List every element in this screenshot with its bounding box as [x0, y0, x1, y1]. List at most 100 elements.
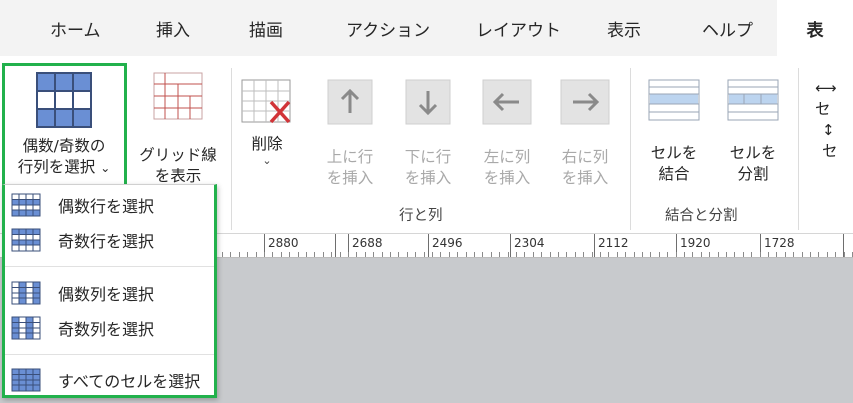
delete-button[interactable]: 削除 ⌄: [236, 78, 298, 167]
ruler-tick: [594, 234, 595, 257]
ruler-minor-tick: [466, 252, 467, 257]
ruler-minor-tick: [625, 252, 626, 257]
ruler-minor-tick: [802, 252, 803, 257]
ruler-minor-tick: [701, 252, 702, 257]
column-width-label: セ: [815, 100, 831, 118]
delete-label: 削除: [251, 135, 283, 153]
ruler-label: 2304: [514, 236, 545, 250]
insert-column-right-button[interactable]: 右に列 を挿入: [546, 78, 624, 189]
ruler-minor-tick: [608, 252, 609, 257]
insert-row-below-button[interactable]: 下に行 を挿入: [390, 78, 466, 189]
ruler-minor-tick: [844, 252, 845, 257]
merge-cells-button[interactable]: セルを 結合: [638, 78, 710, 185]
ruler-minor-tick: [457, 252, 458, 257]
split-cells-button[interactable]: セルを 分割: [716, 78, 790, 185]
ruler-minor-tick: [398, 252, 399, 257]
ribbon-separator: [630, 68, 631, 230]
insert-right-label-1: 右に列: [561, 148, 609, 166]
ruler-minor-tick: [692, 252, 693, 257]
ruler-minor-tick: [650, 252, 651, 257]
chevron-down-icon: ⌄: [262, 154, 272, 167]
ruler-minor-tick: [776, 252, 777, 257]
horizontal-resize-icon: ⟷: [815, 79, 837, 97]
ruler-label: 2688: [352, 236, 383, 250]
ruler-minor-tick: [281, 252, 282, 257]
tab-home[interactable]: ホーム: [50, 0, 101, 56]
group-label-merge-split: 結合と分割: [665, 208, 738, 224]
menu-item-select-all-cells[interactable]: すべてのセルを選択: [5, 363, 214, 397]
ruler-minor-tick: [642, 252, 643, 257]
tab-view[interactable]: 表示: [607, 0, 641, 56]
insert-left-label-2: を挿入: [483, 169, 531, 187]
tab-insert[interactable]: 挿入: [156, 0, 190, 56]
menu-item-label: すべてのセルを選択: [58, 372, 201, 391]
ruler-minor-tick: [583, 252, 584, 257]
ruler-minor-tick: [785, 252, 786, 257]
ruler-minor-tick: [709, 252, 710, 257]
ruler-minor-tick: [634, 252, 635, 257]
tab-layout[interactable]: レイアウト: [476, 0, 561, 56]
arrow-right-icon: [560, 79, 610, 125]
ruler-minor-tick: [818, 252, 819, 257]
ruler-minor-tick: [835, 252, 836, 257]
merge-label-2: 結合: [658, 165, 690, 183]
ruler-minor-tick: [323, 252, 324, 257]
ruler-minor-tick: [558, 252, 559, 257]
ribbon-tab-bar: ホーム 挿入 描画 アクション レイアウト 表示 ヘルプ 表: [0, 0, 853, 56]
ruler-minor-tick: [516, 252, 517, 257]
menu-item-select-odd-rows[interactable]: 奇数行を選択: [5, 223, 214, 257]
gridlines-icon: [153, 72, 203, 120]
ruler-minor-tick: [407, 252, 408, 257]
ruler-label: 1920: [680, 236, 711, 250]
insert-below-label-1: 下に行: [404, 148, 452, 166]
insert-column-left-button[interactable]: 左に列 を挿入: [468, 78, 546, 189]
ruler-minor-tick: [684, 252, 685, 257]
select-rows-columns-dropdown: 偶数行を選択 奇数行を選択 偶数列を選択 奇数列を選択 すべてのセルを選択: [2, 184, 217, 398]
split-label-2: 分割: [737, 165, 769, 183]
tab-draw[interactable]: 描画: [249, 0, 283, 56]
tab-help[interactable]: ヘルプ: [702, 0, 753, 56]
all-cells-icon: [11, 368, 41, 392]
ruler-minor-tick: [365, 252, 366, 257]
ruler-minor-tick: [676, 252, 677, 257]
ruler-minor-tick: [659, 252, 660, 257]
delete-table-icon: [241, 79, 291, 124]
table-select-icon: [36, 72, 92, 128]
ruler-minor-tick: [306, 252, 307, 257]
split-cells-icon: [727, 79, 779, 121]
select-even-odd-button[interactable]: 偶数/奇数の 行列を選択 ⌄: [4, 72, 124, 179]
select-even-odd-label-2: 行列を選択 ⌄: [17, 158, 111, 176]
ruler-minor-tick: [424, 252, 425, 257]
ruler-tick: [335, 234, 336, 257]
ruler-minor-tick: [348, 252, 349, 257]
ruler-label: 2496: [432, 236, 463, 250]
row-height-label: セ: [822, 142, 838, 160]
menu-item-label: 偶数列を選択: [58, 285, 155, 304]
menu-separator: [5, 266, 214, 267]
tab-actions[interactable]: アクション: [346, 0, 430, 56]
ruler-minor-tick: [575, 252, 576, 257]
ruler-minor-tick: [541, 252, 542, 257]
menu-item-select-even-rows[interactable]: 偶数行を選択: [5, 188, 214, 222]
ruler-minor-tick: [508, 252, 509, 257]
row-height-button[interactable]: ↕ セ: [822, 120, 853, 162]
ruler-minor-tick: [247, 252, 248, 257]
arrow-down-icon: [405, 79, 451, 125]
insert-row-above-button[interactable]: 上に行 を挿入: [312, 78, 388, 189]
column-width-button[interactable]: ⟷ セ: [815, 78, 853, 120]
chevron-down-icon: ⌄: [100, 161, 111, 175]
ruler-minor-tick: [718, 252, 719, 257]
tab-table[interactable]: 表: [777, 0, 853, 56]
menu-item-select-even-columns[interactable]: 偶数列を選択: [5, 276, 214, 310]
ruler-minor-tick: [550, 252, 551, 257]
ruler-minor-tick: [272, 252, 273, 257]
ruler-minor-tick: [239, 252, 240, 257]
ribbon-separator: [231, 68, 232, 230]
show-gridlines-button[interactable]: グリッド線 を表示: [134, 72, 222, 187]
ruler-minor-tick: [373, 252, 374, 257]
menu-item-select-odd-columns[interactable]: 奇数列を選択: [5, 311, 214, 345]
insert-left-label-1: 左に列: [483, 148, 531, 166]
ruler-minor-tick: [743, 252, 744, 257]
vertical-resize-icon: ↕: [822, 121, 835, 139]
ruler-minor-tick: [482, 252, 483, 257]
